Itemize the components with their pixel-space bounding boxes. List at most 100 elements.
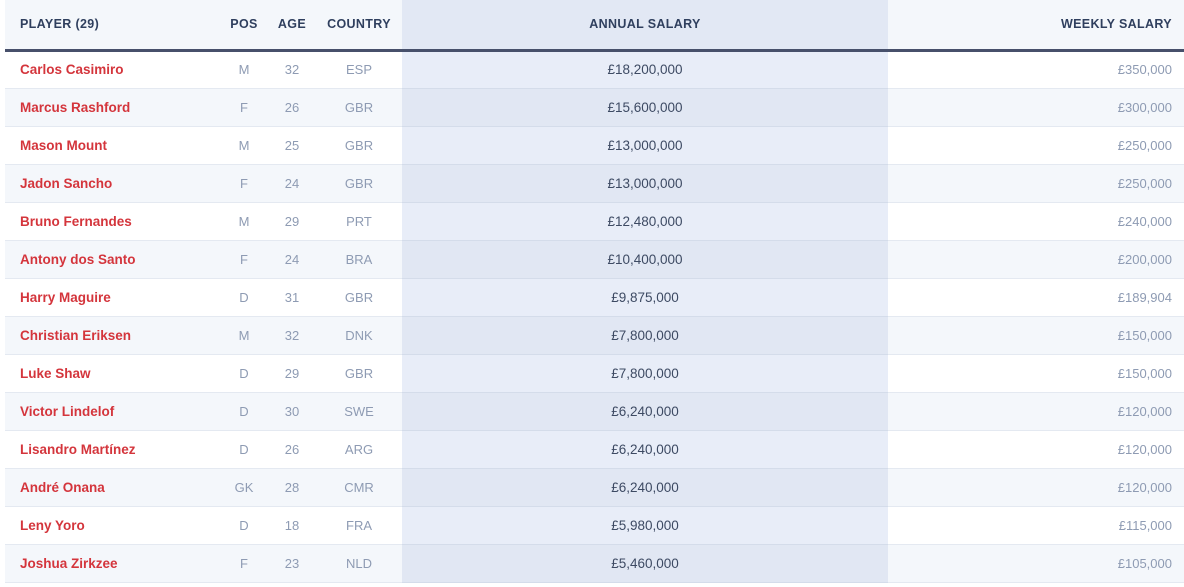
cell-weekly-salary: £115,000 xyxy=(888,506,1184,545)
cell-age: 24 xyxy=(268,240,316,279)
cell-position: F xyxy=(220,88,268,127)
table-row[interactable]: Leny Yoro D 18 FRA £5,980,000 £115,000 xyxy=(5,506,1184,545)
cell-age: 26 xyxy=(268,430,316,469)
table-row[interactable]: Mason Mount M 25 GBR £13,000,000 £250,000 xyxy=(5,126,1184,165)
cell-annual-salary: £7,800,000 xyxy=(402,354,888,393)
cell-annual-salary: £6,240,000 xyxy=(402,468,888,507)
cell-annual-salary: £9,875,000 xyxy=(402,278,888,317)
cell-country: FRA xyxy=(316,506,402,545)
column-header-annual-salary[interactable]: ANNUAL SALARY xyxy=(402,0,888,52)
cell-country: GBR xyxy=(316,354,402,393)
cell-age: 24 xyxy=(268,164,316,203)
table-row[interactable]: Jadon Sancho F 24 GBR £13,000,000 £250,000 xyxy=(5,164,1184,203)
cell-weekly-salary: £120,000 xyxy=(888,430,1184,469)
cell-player-name[interactable]: Carlos Casimiro xyxy=(5,50,220,89)
cell-age: 30 xyxy=(268,392,316,431)
column-header-player[interactable]: PLAYER (29) xyxy=(5,0,220,52)
table-row[interactable]: Antony dos Santo F 24 BRA £10,400,000 £200,00… xyxy=(5,240,1184,279)
cell-age: 18 xyxy=(268,506,316,545)
cell-position: M xyxy=(220,202,268,241)
cell-country: BRA xyxy=(316,240,402,279)
table-header: PLAYER (29) POS AGE COUNTRY ANNUAL SALAR… xyxy=(5,0,1184,52)
cell-annual-salary: £5,980,000 xyxy=(402,506,888,545)
cell-position: D xyxy=(220,354,268,393)
cell-age: 31 xyxy=(268,278,316,317)
cell-player-name[interactable]: Joshua Zirkzee xyxy=(5,544,220,583)
cell-player-name[interactable]: Marcus Rashford xyxy=(5,88,220,127)
cell-country: SWE xyxy=(316,392,402,431)
cell-player-name[interactable]: Jadon Sancho xyxy=(5,164,220,203)
salary-table-container: PLAYER (29) POS AGE COUNTRY ANNUAL SALAR… xyxy=(0,0,1184,587)
table-row[interactable]: Joshua Zirkzee F 23 NLD £5,460,000 £105,000 xyxy=(5,544,1184,583)
cell-country: GBR xyxy=(316,88,402,127)
player-salary-table: PLAYER (29) POS AGE COUNTRY ANNUAL SALAR… xyxy=(5,0,1184,583)
cell-age: 29 xyxy=(268,202,316,241)
cell-age: 23 xyxy=(268,544,316,583)
cell-weekly-salary: £350,000 xyxy=(888,50,1184,89)
cell-age: 28 xyxy=(268,468,316,507)
table-header-row: PLAYER (29) POS AGE COUNTRY ANNUAL SALAR… xyxy=(5,0,1184,52)
cell-player-name[interactable]: Lisandro Martínez xyxy=(5,430,220,469)
cell-player-name[interactable]: Christian Eriksen xyxy=(5,316,220,355)
cell-country: NLD xyxy=(316,544,402,583)
cell-weekly-salary: £150,000 xyxy=(888,316,1184,355)
table-row[interactable]: Victor Lindelof D 30 SWE £6,240,000 £120,000 xyxy=(5,392,1184,431)
cell-position: F xyxy=(220,544,268,583)
cell-age: 32 xyxy=(268,50,316,89)
cell-player-name[interactable]: Leny Yoro xyxy=(5,506,220,545)
cell-country: GBR xyxy=(316,126,402,165)
cell-player-name[interactable]: Antony dos Santo xyxy=(5,240,220,279)
cell-player-name[interactable]: Harry Maguire xyxy=(5,278,220,317)
cell-country: ARG xyxy=(316,430,402,469)
cell-weekly-salary: £189,904 xyxy=(888,278,1184,317)
cell-player-name[interactable]: Bruno Fernandes xyxy=(5,202,220,241)
column-header-age[interactable]: AGE xyxy=(268,0,316,52)
cell-annual-salary: £13,000,000 xyxy=(402,164,888,203)
cell-player-name[interactable]: Mason Mount xyxy=(5,126,220,165)
cell-weekly-salary: £250,000 xyxy=(888,126,1184,165)
cell-player-name[interactable]: Luke Shaw xyxy=(5,354,220,393)
cell-weekly-salary: £250,000 xyxy=(888,164,1184,203)
cell-country: GBR xyxy=(316,278,402,317)
cell-position: D xyxy=(220,278,268,317)
cell-annual-salary: £7,800,000 xyxy=(402,316,888,355)
table-row[interactable]: Lisandro Martínez D 26 ARG £6,240,000 £120,00… xyxy=(5,430,1184,469)
cell-annual-salary: £15,600,000 xyxy=(402,88,888,127)
cell-weekly-salary: £120,000 xyxy=(888,392,1184,431)
cell-player-name[interactable]: Victor Lindelof xyxy=(5,392,220,431)
cell-country: PRT xyxy=(316,202,402,241)
column-header-country[interactable]: COUNTRY xyxy=(316,0,402,52)
cell-weekly-salary: £300,000 xyxy=(888,88,1184,127)
cell-annual-salary: £13,000,000 xyxy=(402,126,888,165)
cell-country: GBR xyxy=(316,164,402,203)
table-row[interactable]: Marcus Rashford F 26 GBR £15,600,000 £300,000 xyxy=(5,88,1184,127)
table-row[interactable]: Luke Shaw D 29 GBR £7,800,000 £150,000 xyxy=(5,354,1184,393)
table-row[interactable]: Christian Eriksen M 32 DNK £7,800,000 £150,00… xyxy=(5,316,1184,355)
cell-position: GK xyxy=(220,468,268,507)
table-row[interactable]: Harry Maguire D 31 GBR £9,875,000 £189,904 xyxy=(5,278,1184,317)
cell-annual-salary: £6,240,000 xyxy=(402,392,888,431)
cell-position: D xyxy=(220,430,268,469)
cell-age: 29 xyxy=(268,354,316,393)
cell-annual-salary: £12,480,000 xyxy=(402,202,888,241)
cell-annual-salary: £5,460,000 xyxy=(402,544,888,583)
column-header-weekly-salary[interactable]: WEEKLY SALARY xyxy=(888,0,1184,52)
column-header-pos[interactable]: POS xyxy=(220,0,268,52)
cell-annual-salary: £18,200,000 xyxy=(402,50,888,89)
table-row[interactable]: André Onana GK 28 CMR £6,240,000 £120,000 xyxy=(5,468,1184,507)
table-row[interactable]: Bruno Fernandes M 29 PRT £12,480,000 £240,000 xyxy=(5,202,1184,241)
cell-country: DNK xyxy=(316,316,402,355)
cell-age: 25 xyxy=(268,126,316,165)
cell-position: M xyxy=(220,50,268,89)
table-row[interactable]: Carlos Casimiro M 32 ESP £18,200,000 £350,000 xyxy=(5,50,1184,89)
cell-annual-salary: £10,400,000 xyxy=(402,240,888,279)
cell-player-name[interactable]: André Onana xyxy=(5,468,220,507)
table-body: Carlos Casimiro M 32 ESP £18,200,000 £350,000… xyxy=(5,50,1184,583)
cell-position: D xyxy=(220,392,268,431)
cell-country: ESP xyxy=(316,50,402,89)
cell-position: D xyxy=(220,506,268,545)
cell-weekly-salary: £240,000 xyxy=(888,202,1184,241)
cell-annual-salary: £6,240,000 xyxy=(402,430,888,469)
cell-weekly-salary: £200,000 xyxy=(888,240,1184,279)
cell-position: F xyxy=(220,240,268,279)
